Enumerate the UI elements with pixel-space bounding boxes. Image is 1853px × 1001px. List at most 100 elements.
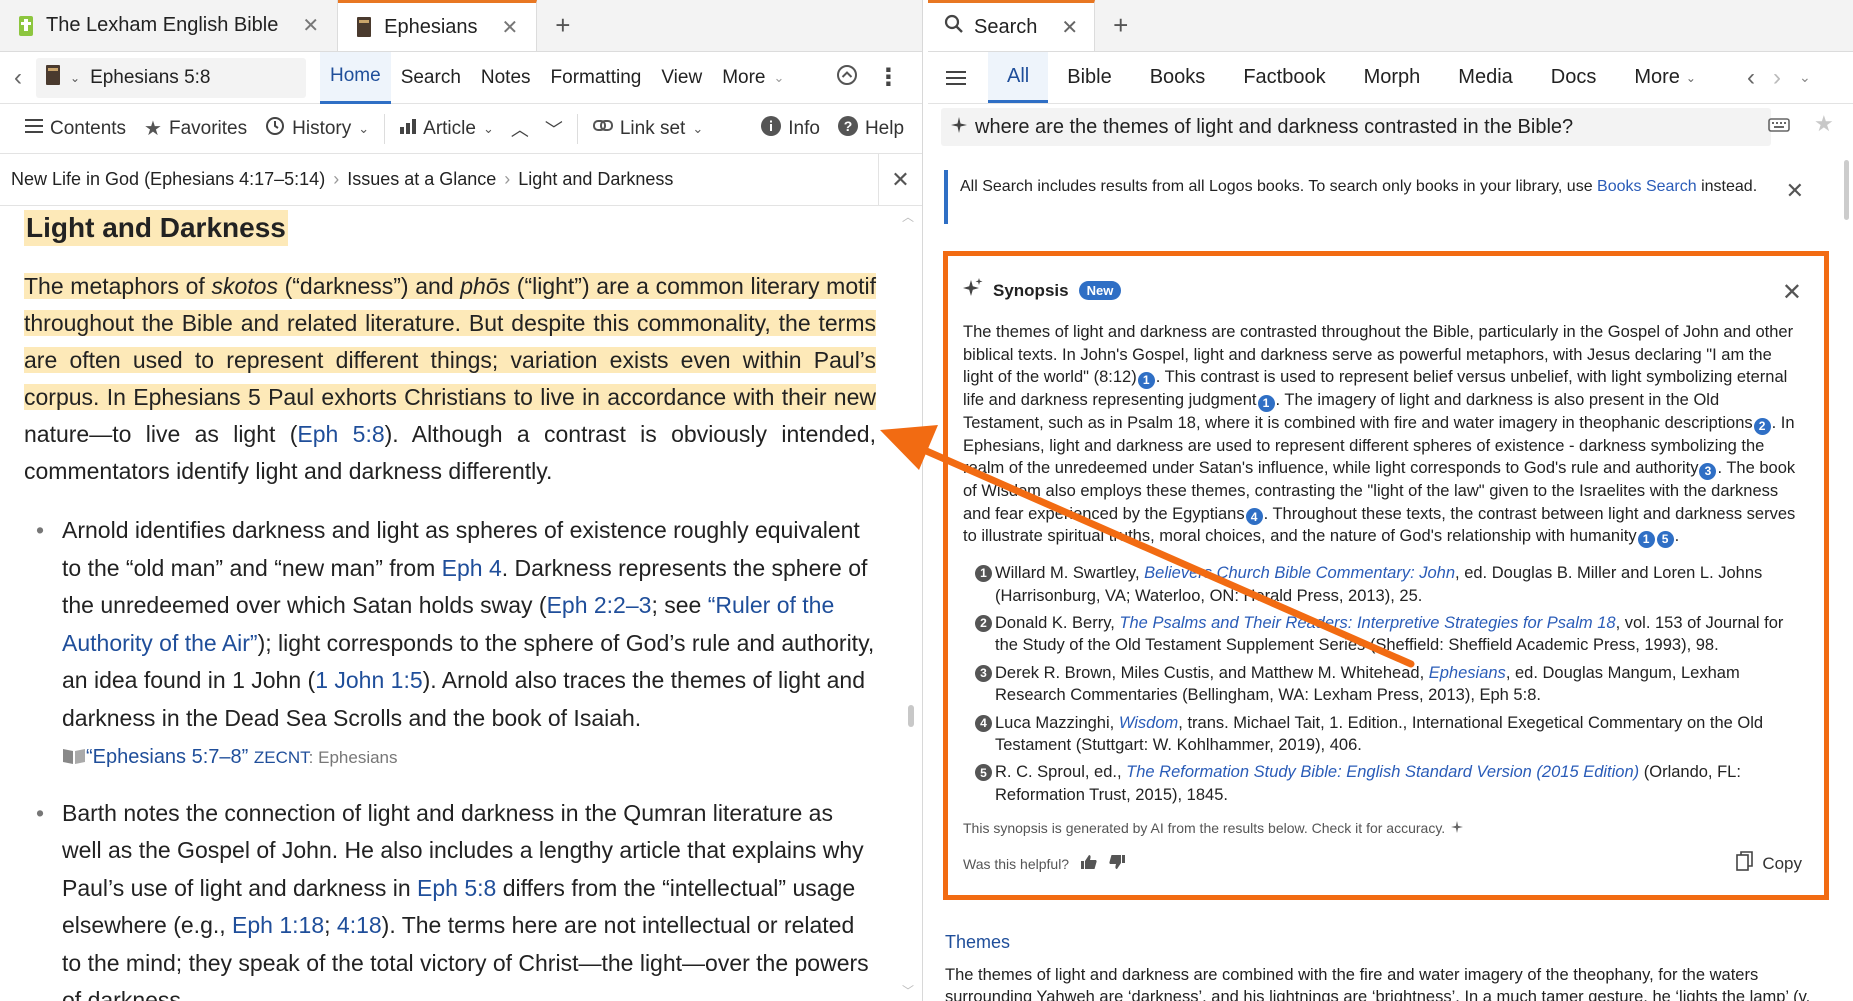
reference-title-link[interactable]: Wisdom bbox=[1119, 714, 1178, 732]
collapse-circle-icon[interactable] bbox=[836, 64, 858, 91]
tab-search-panel[interactable]: Search ✕ bbox=[928, 0, 1096, 51]
tab-more[interactable]: More ⌄ bbox=[712, 52, 794, 104]
citation-marker[interactable]: 2 bbox=[1753, 417, 1771, 435]
category-bible[interactable]: Bible bbox=[1048, 52, 1130, 103]
themes-heading-link[interactable]: Themes bbox=[945, 932, 1010, 953]
kebab-menu-icon[interactable]: ⋮ bbox=[876, 63, 900, 92]
source-citation[interactable]: “Ephesians 5:7–8” ZECNT: Ephesians bbox=[62, 746, 398, 768]
category-books[interactable]: Books bbox=[1131, 52, 1225, 103]
history-button[interactable]: History ⌄ bbox=[256, 116, 378, 142]
close-icon[interactable]: ✕ bbox=[1061, 15, 1078, 40]
chevron-down-icon: ⌄ bbox=[358, 120, 370, 136]
close-icon[interactable]: ✕ bbox=[302, 13, 319, 38]
reference-title-link[interactable]: Ephesians bbox=[1429, 664, 1506, 682]
reference-list: 1 Willard M. Swartley, Believers Church B… bbox=[963, 562, 1804, 806]
category-more[interactable]: More ⌄ bbox=[1615, 52, 1715, 103]
menu-icon[interactable] bbox=[946, 52, 988, 103]
add-tab-button[interactable]: + bbox=[1095, 0, 1146, 51]
search-query-input[interactable]: where are the themes of light and darkne… bbox=[941, 108, 1771, 146]
citation-marker[interactable]: 1 bbox=[1257, 394, 1275, 412]
star-icon[interactable]: ★ bbox=[1814, 111, 1834, 137]
link-icon bbox=[592, 117, 613, 141]
next-arrow-icon[interactable]: ﹀ bbox=[537, 116, 571, 142]
list-item: Arnold identifies darkness and light as … bbox=[24, 512, 876, 777]
back-arrow-icon[interactable]: ‹ bbox=[14, 64, 22, 92]
book-thumbnail-icon[interactable] bbox=[46, 64, 60, 91]
info-button[interactable]: Info bbox=[752, 115, 829, 142]
close-icon[interactable]: ✕ bbox=[1782, 278, 1802, 307]
help-button[interactable]: ? Help bbox=[829, 115, 913, 142]
citation-marker[interactable]: 5 bbox=[1656, 531, 1674, 549]
tab-lexham-english-bible[interactable]: The Lexham English Bible ✕ bbox=[0, 0, 339, 51]
scrollbar[interactable] bbox=[1844, 160, 1849, 220]
reference-title-link[interactable]: The Reformation Study Bible: English Sta… bbox=[1126, 763, 1639, 781]
forward-arrow-icon[interactable]: › bbox=[1773, 52, 1781, 103]
breadcrumb-item[interactable]: Issues at a Glance bbox=[347, 169, 496, 190]
bible-reference-link[interactable]: Eph 5:8 bbox=[297, 421, 384, 447]
source-abbreviation: ZECNT bbox=[253, 748, 309, 767]
article-label: Article bbox=[423, 117, 476, 139]
bible-reference-link[interactable]: 4:18 bbox=[337, 912, 382, 938]
category-media[interactable]: Media bbox=[1439, 52, 1531, 103]
citation-marker[interactable]: 1 bbox=[1637, 531, 1655, 549]
tab-home[interactable]: Home bbox=[320, 51, 391, 104]
category-docs[interactable]: Docs bbox=[1532, 52, 1616, 103]
favorites-button[interactable]: ★ Favorites bbox=[135, 116, 256, 141]
reference-number: 2 bbox=[975, 614, 992, 632]
reference-number: 5 bbox=[975, 764, 992, 782]
bar-chart-icon bbox=[400, 118, 417, 140]
bible-reference-link[interactable]: Eph 5:8 bbox=[417, 875, 496, 901]
left-nav-bar: ‹ ⌄ Ephesians 5:8 Home Search Notes Form… bbox=[0, 51, 922, 104]
article-button[interactable]: Article ⌄ bbox=[391, 118, 503, 140]
books-search-link[interactable]: Books Search bbox=[1597, 178, 1697, 195]
bible-reference-link[interactable]: Eph 4 bbox=[442, 555, 502, 581]
reference-title-link[interactable]: Believers Church Bible Commentary: John bbox=[1144, 564, 1455, 582]
previous-arrow-icon[interactable]: ︿ bbox=[503, 116, 537, 142]
tab-formatting[interactable]: Formatting bbox=[541, 52, 652, 104]
close-icon[interactable]: ✕ bbox=[1786, 180, 1804, 202]
bible-reference-link[interactable]: 1 John 1:5 bbox=[315, 667, 422, 693]
reference-box[interactable]: ⌄ Ephesians 5:8 bbox=[36, 57, 306, 98]
keyboard-icon[interactable] bbox=[1768, 117, 1790, 138]
tab-view[interactable]: View bbox=[651, 52, 712, 104]
search-query-text[interactable]: where are the themes of light and darkne… bbox=[975, 116, 1573, 139]
thumbs-up-icon[interactable] bbox=[1081, 854, 1097, 873]
thumbs-down-icon[interactable] bbox=[1109, 854, 1126, 873]
citation-marker[interactable]: 4 bbox=[1245, 508, 1263, 526]
bible-reference-link[interactable]: Eph 1:18 bbox=[232, 912, 324, 938]
close-icon[interactable]: ✕ bbox=[502, 15, 519, 40]
category-all[interactable]: All bbox=[988, 52, 1049, 103]
tab-notes[interactable]: Notes bbox=[471, 52, 541, 104]
contents-label: Contents bbox=[50, 117, 127, 139]
reference-input[interactable]: Ephesians 5:8 bbox=[90, 67, 210, 89]
citation-marker[interactable]: 1 bbox=[1137, 371, 1155, 389]
chevron-down-icon[interactable]: ⌄ bbox=[70, 71, 80, 85]
reference-number: 3 bbox=[975, 664, 992, 682]
history-icon bbox=[265, 116, 285, 142]
add-tab-button[interactable]: + bbox=[537, 0, 588, 51]
category-factbook[interactable]: Factbook bbox=[1224, 52, 1344, 103]
chevron-down-icon: ⌄ bbox=[1685, 70, 1696, 85]
text: ; bbox=[324, 912, 337, 938]
breadcrumb-item[interactable]: Light and Darkness bbox=[518, 169, 673, 190]
link-set-button[interactable]: Link set ⌄ bbox=[584, 117, 712, 141]
source-link[interactable]: “Ephesians 5:7–8” bbox=[86, 746, 248, 768]
back-arrow-icon[interactable]: ‹ bbox=[1747, 52, 1755, 103]
chevron-down-icon[interactable]: ⌄ bbox=[1799, 52, 1811, 103]
citation-marker[interactable]: 3 bbox=[1699, 462, 1717, 480]
tab-search[interactable]: Search bbox=[391, 52, 471, 104]
scrollbar[interactable] bbox=[908, 705, 914, 727]
scroll-up-icon[interactable]: ︿ bbox=[902, 208, 914, 225]
close-icon[interactable]: ✕ bbox=[878, 154, 922, 206]
chevron-down-icon: ⌄ bbox=[773, 69, 785, 85]
breadcrumb-item[interactable]: New Life in God (Ephesians 4:17–5:14) bbox=[11, 169, 325, 190]
kebab-menu-icon[interactable]: ⋮ bbox=[1849, 52, 1853, 103]
reference-title-link[interactable]: The Psalms and Their Readers: Interpreti… bbox=[1119, 614, 1615, 632]
info-label: Info bbox=[788, 117, 820, 139]
bible-reference-link[interactable]: Eph 2:2–3 bbox=[547, 592, 652, 618]
contents-button[interactable]: Contents bbox=[16, 118, 135, 140]
scroll-down-icon[interactable]: ﹀ bbox=[902, 982, 914, 999]
category-morph[interactable]: Morph bbox=[1345, 52, 1440, 103]
tab-ephesians[interactable]: Ephesians ✕ bbox=[338, 0, 538, 51]
copy-button[interactable]: Copy bbox=[1736, 851, 1802, 876]
